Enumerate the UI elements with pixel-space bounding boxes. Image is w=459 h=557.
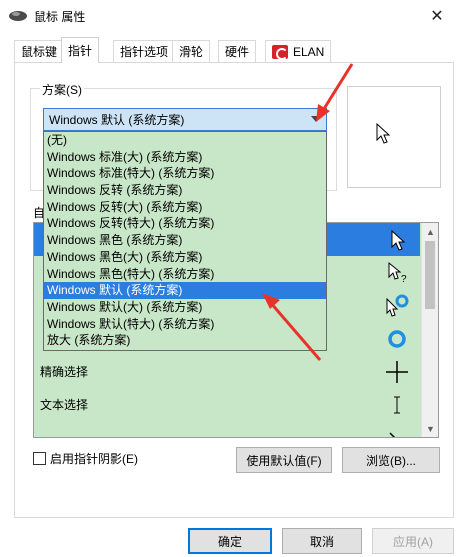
tab-pointers[interactable]: 指针 <box>61 37 100 63</box>
scheme-option[interactable]: Windows 标准(特大) (系统方案) <box>44 165 326 182</box>
pointer-list-scrollbar[interactable]: ▲ ▼ <box>421 223 438 437</box>
help-select-icon: ? <box>388 261 407 285</box>
chevron-down-icon <box>311 116 321 122</box>
scheme-option[interactable]: 放大 (系统方案) <box>44 332 326 349</box>
scheme-option-highlighted[interactable]: Windows 默认 (系统方案) <box>44 282 326 299</box>
close-icon: ✕ <box>430 8 444 25</box>
scheme-option[interactable]: (无) <box>44 132 326 149</box>
cancel-button[interactable]: 取消 <box>282 528 362 554</box>
scroll-down-icon[interactable]: ▼ <box>422 420 438 437</box>
scheme-option[interactable]: Windows 黑色(大) (系统方案) <box>44 249 326 266</box>
pointer-preview <box>347 86 441 188</box>
svg-text:?: ? <box>401 274 407 285</box>
tab-wheel[interactable]: 滑轮 <box>172 40 211 62</box>
scheme-option[interactable]: Windows 标准(大) (系统方案) <box>44 149 326 166</box>
tab-pointer-options[interactable]: 指针选项 <box>113 40 176 62</box>
scheme-option[interactable]: Windows 黑色(特大) (系统方案) <box>44 266 326 283</box>
busy-icon <box>388 330 406 348</box>
tab-elan[interactable]: ELAN <box>265 40 332 62</box>
scheme-group-label: 方案(S) <box>40 81 84 98</box>
scrollbar-thumb[interactable] <box>425 241 435 309</box>
tab-hardware[interactable]: 硬件 <box>218 40 257 62</box>
tab-buttons[interactable]: 鼠标键 <box>14 40 65 62</box>
pointer-shadow-checkbox[interactable] <box>33 452 46 465</box>
pointer-shadow-label: 启用指针阴影(E) <box>50 452 138 466</box>
scheme-option[interactable]: Windows 黑色 (系统方案) <box>44 232 326 249</box>
title-bar: 鼠标 属性 ✕ <box>0 0 459 32</box>
arrow-pointer-icon <box>391 229 406 251</box>
working-in-background-icon <box>386 294 409 317</box>
ok-button[interactable]: 确定 <box>188 528 272 554</box>
scheme-option[interactable]: Windows 默认(大) (系统方案) <box>44 299 326 316</box>
use-default-button[interactable]: 使用默认值(F) <box>236 447 332 473</box>
enable-pointer-shadow[interactable]: 启用指针阴影(E) <box>33 450 138 467</box>
scheme-select-value: Windows 默认 (系统方案) <box>49 113 185 127</box>
browse-button[interactable]: 浏览(B)... <box>342 447 440 473</box>
apply-button[interactable]: 应用(A) <box>372 528 454 554</box>
scheme-select[interactable]: Windows 默认 (系统方案) <box>43 108 327 131</box>
close-button[interactable]: ✕ <box>415 0 459 32</box>
window-title: 鼠标 属性 <box>34 10 86 24</box>
handwriting-icon <box>389 432 396 437</box>
scheme-dropdown-list[interactable]: (无) Windows 标准(大) (系统方案) Windows 标准(特大) … <box>43 131 327 351</box>
list-item[interactable]: 文本选择 <box>34 388 420 421</box>
scheme-option[interactable]: Windows 反转(大) (系统方案) <box>44 199 326 216</box>
list-item[interactable]: 精确选择 <box>34 355 420 388</box>
scheme-option[interactable]: Windows 反转(特大) (系统方案) <box>44 215 326 232</box>
scheme-option[interactable]: Windows 默认(特大) (系统方案) <box>44 316 326 333</box>
scroll-up-icon[interactable]: ▲ <box>422 223 438 240</box>
elan-logo-icon <box>272 44 288 60</box>
tab-strip: 鼠标键 指针 指针选项 滑轮 硬件 ELAN <box>14 37 454 63</box>
precision-select-icon <box>386 361 408 383</box>
scheme-option[interactable]: Windows 反转 (系统方案) <box>44 182 326 199</box>
arrow-pointer-icon <box>376 123 391 144</box>
mouse-icon <box>9 11 27 21</box>
list-item[interactable] <box>34 421 420 437</box>
text-select-icon <box>394 396 400 414</box>
